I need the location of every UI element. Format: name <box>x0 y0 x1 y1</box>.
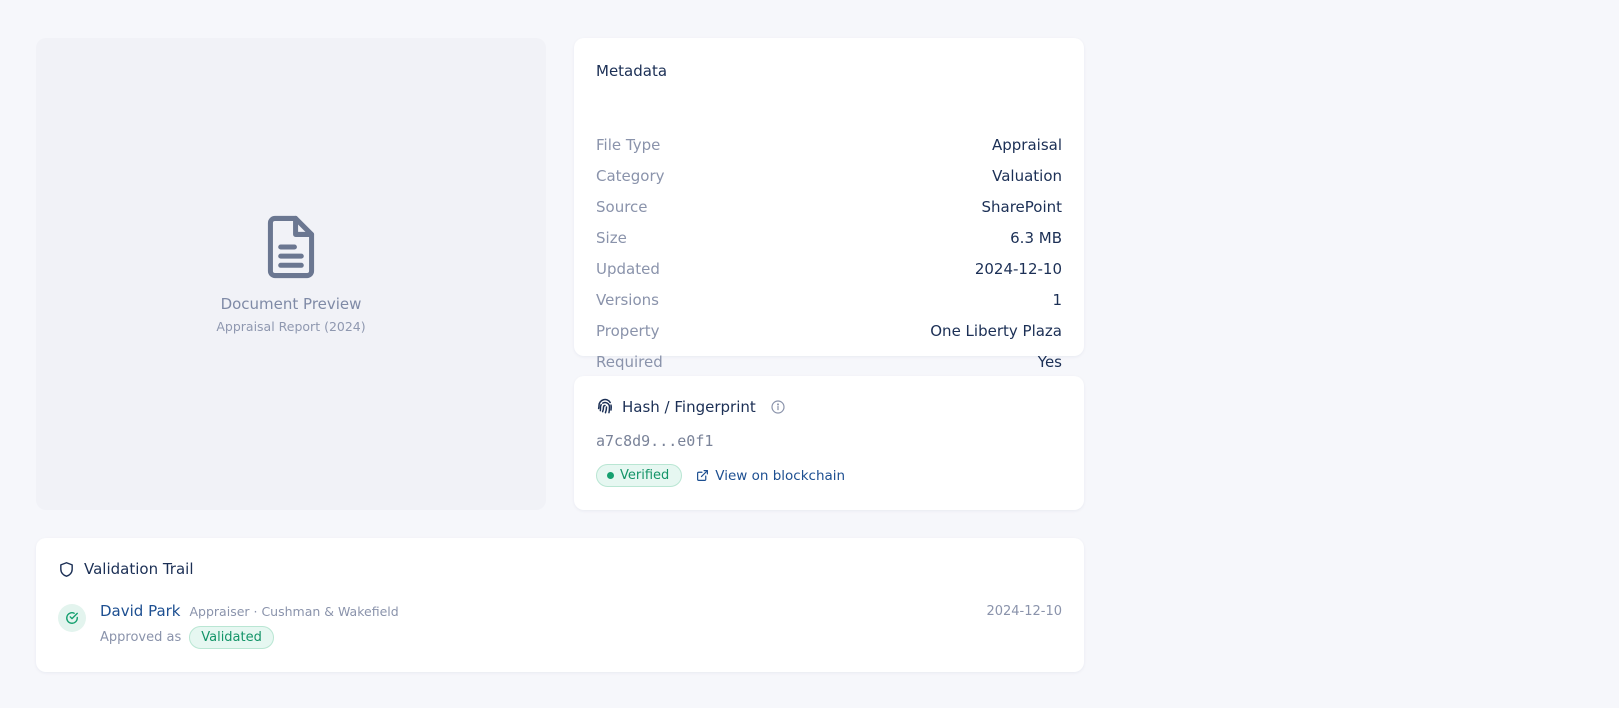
preview-subtitle: Appraisal Report (2024) <box>216 318 366 334</box>
metadata-key: Required <box>596 352 663 371</box>
hash-value: a7c8d9...e0f1 <box>596 432 714 450</box>
approved-as-label: Approved as <box>100 630 182 645</box>
hash-title: Hash / Fingerprint <box>622 398 756 416</box>
validation-check-icon <box>58 604 86 632</box>
metadata-title: Metadata <box>596 62 668 80</box>
metadata-value: 2024-12-10 <box>974 259 1062 278</box>
shield-icon <box>60 561 73 577</box>
validation-date: 2024-12-10 <box>986 604 1062 619</box>
validation-trail-card: Validation Trail David Park Appraiser · … <box>36 538 1084 672</box>
metadata-row-category: Category Valuation <box>596 160 1062 191</box>
metadata-value: SharePoint <box>981 197 1062 216</box>
metadata-value: Valuation <box>992 166 1062 185</box>
validation-trail-title: Validation Trail <box>84 560 194 578</box>
metadata-row-property: Property One Liberty Plaza <box>596 315 1062 346</box>
metadata-key: Size <box>596 228 627 247</box>
document-preview[interactable]: Document Preview Appraisal Report (2024) <box>36 38 546 510</box>
metadata-key: Source <box>596 197 648 216</box>
metadata-key: Category <box>596 166 665 185</box>
metadata-value: 1 <box>1052 290 1062 309</box>
view-on-blockchain-link[interactable]: View on blockchain <box>696 468 845 484</box>
validated-badge: Validated <box>189 626 274 649</box>
fingerprint-icon <box>597 398 612 414</box>
metadata-key: File Type <box>596 135 661 154</box>
validator-name-link[interactable]: David Park <box>100 602 181 620</box>
metadata-row-required: Required Yes <box>596 346 1062 377</box>
metadata-value: 6.3 MB <box>1010 228 1062 247</box>
metadata-value: Yes <box>1037 352 1062 371</box>
metadata-key: Versions <box>596 290 659 309</box>
verified-badge-label: Verified <box>620 468 670 483</box>
approval-status: Approved as Validated <box>100 626 274 649</box>
metadata-value: Appraisal <box>991 135 1062 154</box>
metadata-row-versions: Versions 1 <box>596 284 1062 315</box>
hash-header: Hash / Fingerprint <box>596 398 786 416</box>
document-icon <box>267 215 315 278</box>
external-link-icon <box>697 470 709 481</box>
metadata-key: Property <box>596 321 660 340</box>
view-on-blockchain-label: View on blockchain <box>715 467 846 484</box>
validation-trail-header: Validation Trail <box>58 560 194 578</box>
metadata-row-file-type: File Type Appraisal <box>596 129 1062 160</box>
metadata-row-size: Size 6.3 MB <box>596 222 1062 253</box>
metadata-list: File Type Appraisal Category Valuation S… <box>596 129 1062 377</box>
metadata-row-updated: Updated 2024-12-10 <box>596 253 1062 284</box>
validator-role: Appraiser · Cushman & Wakefield <box>189 604 399 619</box>
metadata-value: One Liberty Plaza <box>930 321 1062 340</box>
verified-badge: Verified <box>596 464 683 487</box>
metadata-row-source: Source SharePoint <box>596 191 1062 222</box>
hash-card: Hash / Fingerprint a7c8d9...e0f1 Verifie… <box>574 376 1084 510</box>
metadata-key: Updated <box>596 259 660 278</box>
preview-title: Document Preview <box>220 294 362 313</box>
metadata-card: Metadata File Type Appraisal Category Va… <box>574 38 1084 371</box>
status-dot-icon <box>607 472 614 479</box>
validator-info: David Park Appraiser · Cushman & Wakefie… <box>100 602 399 620</box>
hash-actions: Verified View on blockchain <box>596 464 845 487</box>
info-icon[interactable] <box>770 399 786 415</box>
